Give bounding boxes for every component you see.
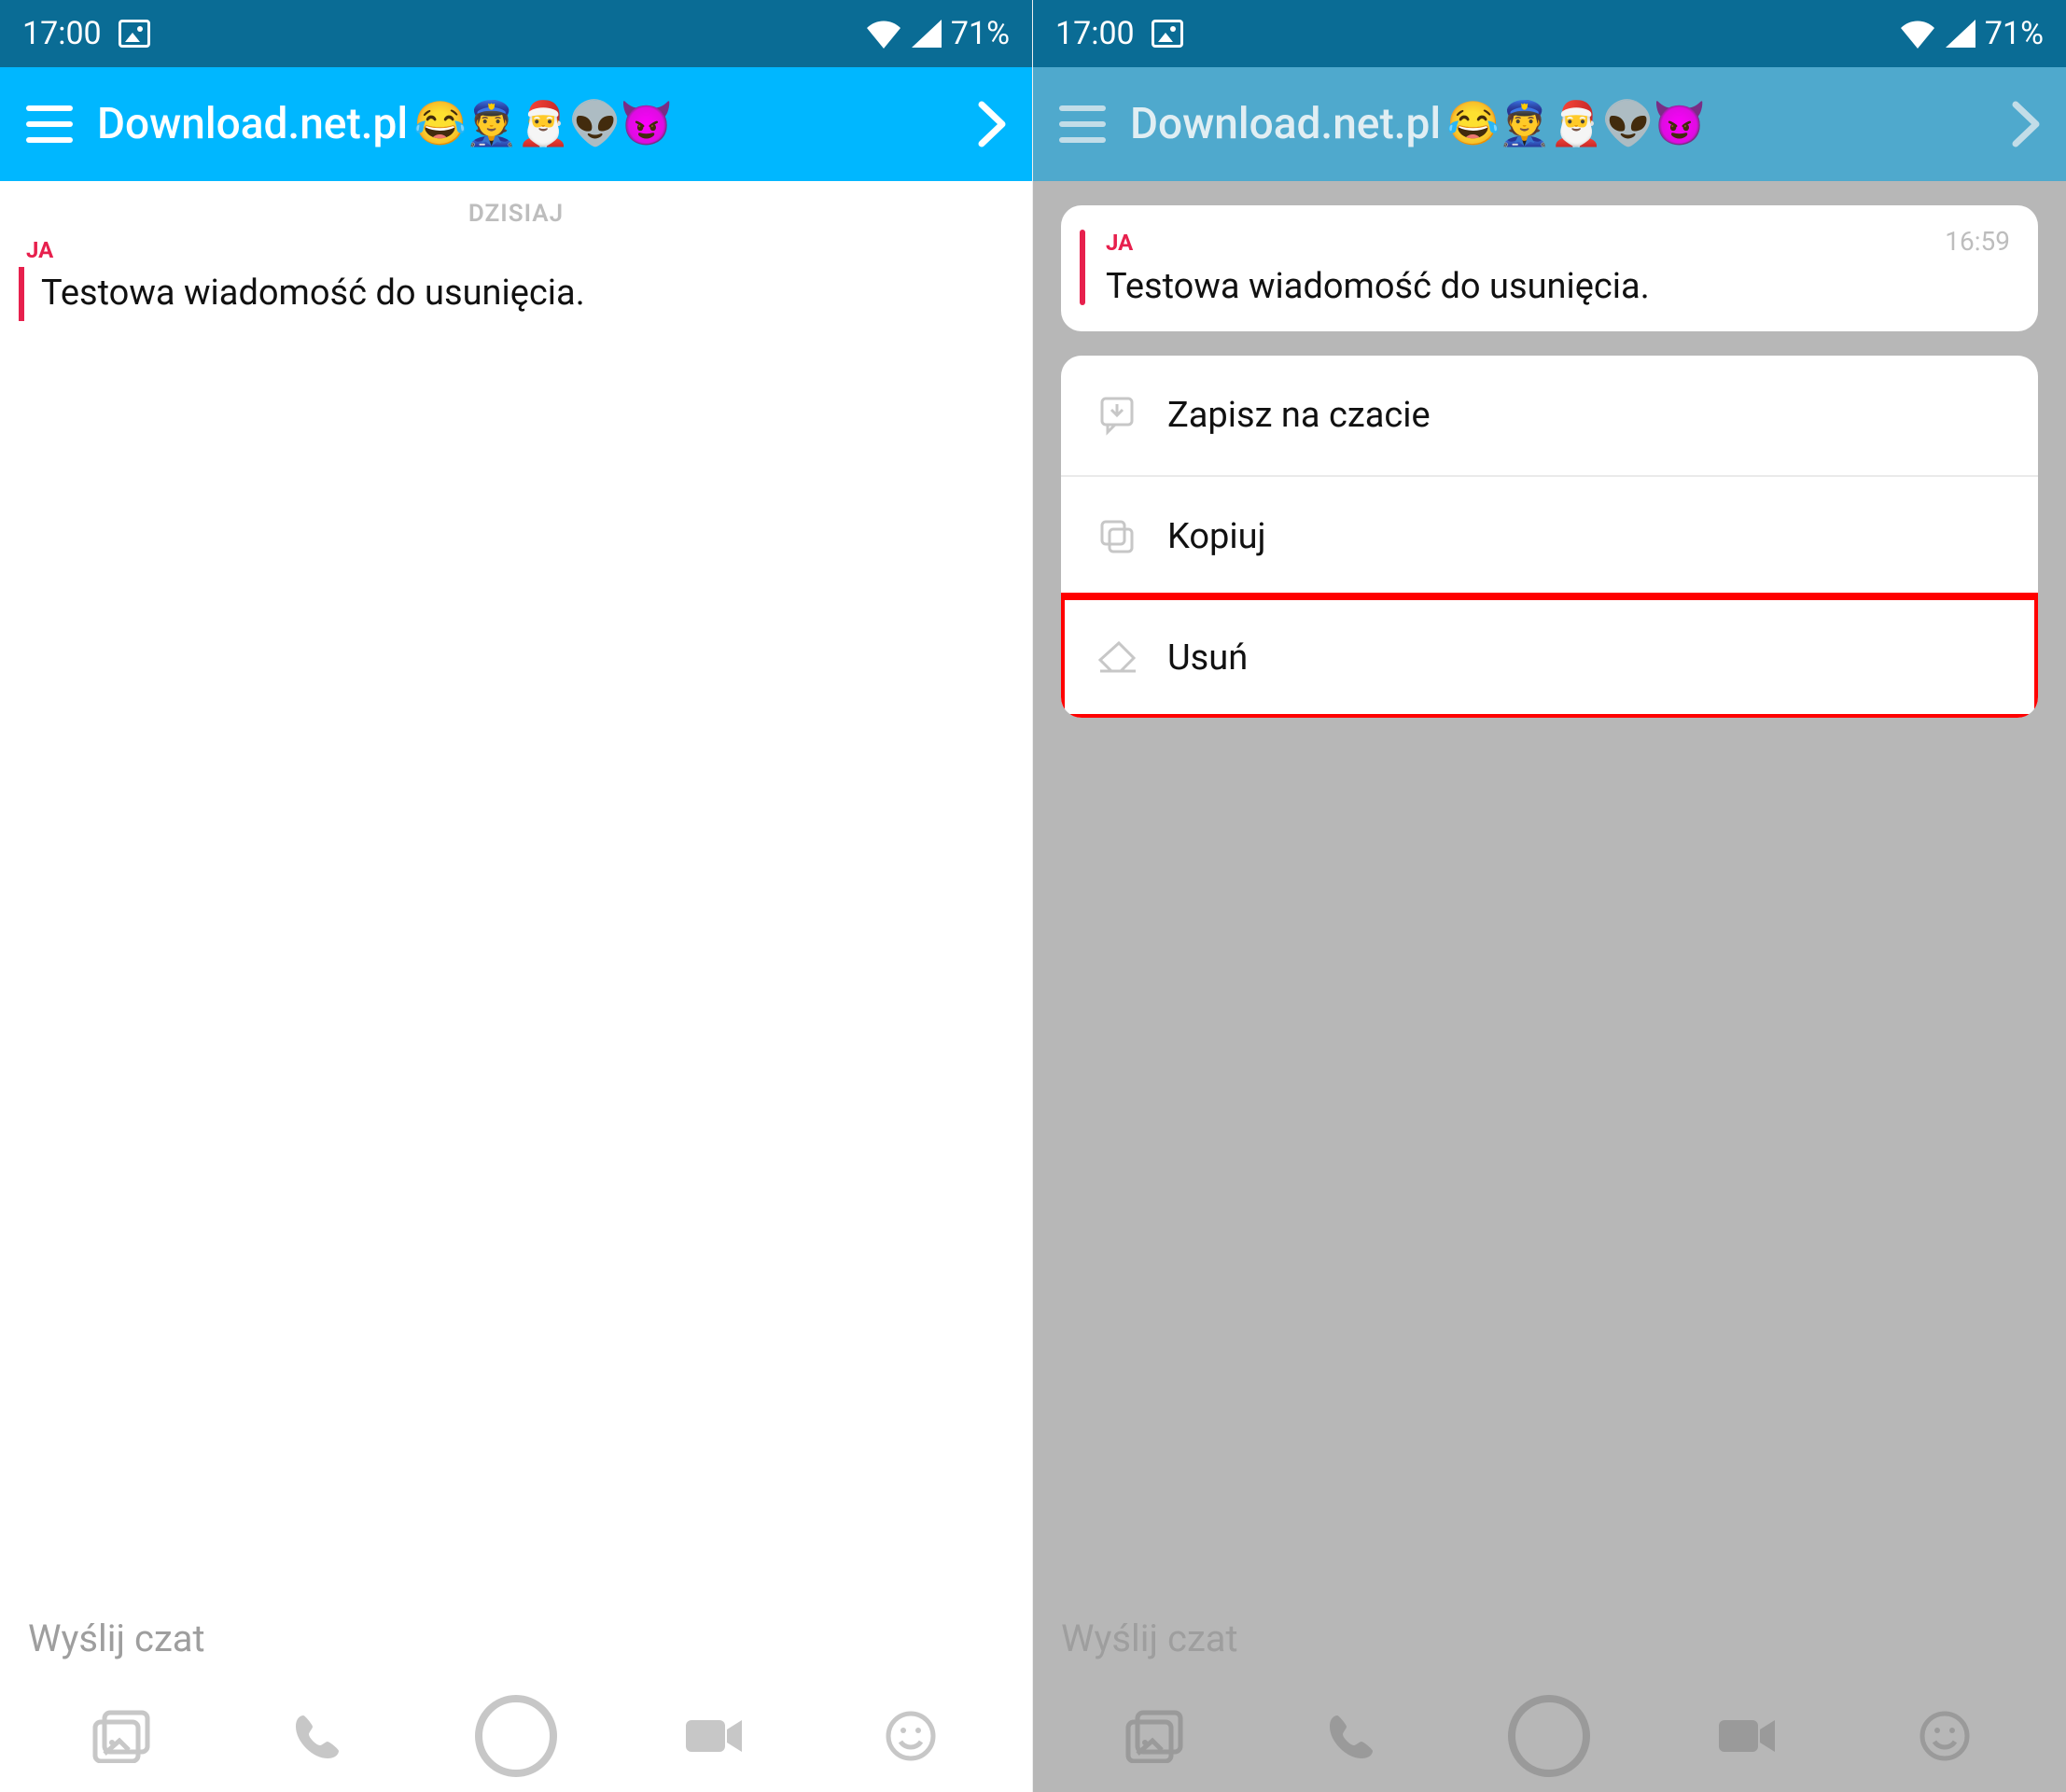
status-left: 17:00 bbox=[1055, 15, 1183, 52]
message-block[interactable]: JA Testowa wiadomość do usunięcia. bbox=[0, 237, 1032, 321]
chat-body[interactable]: DZISIAJ JA Testowa wiadomość do usunięci… bbox=[0, 181, 1032, 1596]
menu-item-label: Usuń bbox=[1167, 637, 1248, 679]
wifi-icon bbox=[1899, 19, 1936, 49]
message-accent-bar bbox=[1080, 230, 1085, 305]
menu-item-label: Zapisz na czacie bbox=[1167, 395, 1431, 436]
cell-signal-icon bbox=[912, 20, 942, 48]
battery-percent: 71% bbox=[1985, 15, 2044, 52]
chat-title-emojis: 😂👮🎅👽😈 bbox=[1446, 99, 1704, 149]
video-button[interactable] bbox=[672, 1694, 756, 1778]
menu-item-label: Kopiuj bbox=[1167, 516, 1266, 557]
message-text: Testowa wiadomość do usunięcia. bbox=[19, 267, 1013, 321]
menu-icon[interactable] bbox=[1059, 105, 1106, 143]
wifi-icon bbox=[865, 19, 902, 49]
chevron-right-icon[interactable] bbox=[2012, 101, 2040, 147]
android-status-bar: 17:00 71% bbox=[1033, 0, 2066, 67]
message-text: Testowa wiadomość do usunięcia. bbox=[1106, 266, 2010, 307]
chevron-right-icon[interactable] bbox=[978, 101, 1006, 147]
message-sender: JA bbox=[26, 237, 1013, 263]
video-button[interactable] bbox=[1705, 1694, 1789, 1778]
gallery-button[interactable] bbox=[79, 1694, 163, 1778]
save-in-chat-icon bbox=[1095, 393, 1139, 438]
picture-notification-icon bbox=[1152, 20, 1183, 48]
gallery-button[interactable] bbox=[1112, 1694, 1196, 1778]
emoji-button[interactable] bbox=[869, 1694, 953, 1778]
chat-title-text: Download.net.pl bbox=[1130, 99, 1441, 149]
menu-item-delete[interactable]: Usuń bbox=[1061, 596, 2038, 718]
copy-icon bbox=[1095, 514, 1139, 559]
chat-input-area[interactable]: Wyślij czat bbox=[1033, 1596, 2066, 1680]
phone-screenshot-left: 17:00 71% Download.net.pl 😂👮🎅👽😈 DZISIAJ bbox=[0, 0, 1033, 1792]
selected-message-card[interactable]: JA 16:59 Testowa wiadomość do usunięcia. bbox=[1061, 205, 2038, 331]
menu-item-copy[interactable]: Kopiuj bbox=[1061, 475, 2038, 596]
message-time: 16:59 bbox=[1945, 226, 2010, 257]
shutter-button[interactable] bbox=[474, 1694, 558, 1778]
status-time: 17:00 bbox=[1055, 15, 1135, 52]
chat-title[interactable]: Download.net.pl 😂👮🎅👽😈 bbox=[1130, 99, 1988, 149]
date-divider: DZISIAJ bbox=[0, 181, 1032, 237]
menu-item-save[interactable]: Zapisz na czacie bbox=[1061, 356, 2038, 475]
shutter-button[interactable] bbox=[1507, 1694, 1591, 1778]
context-overlay: JA 16:59 Testowa wiadomość do usunięcia.… bbox=[1061, 205, 2038, 718]
chat-input-placeholder: Wyślij czat bbox=[1061, 1617, 1238, 1660]
message-sender: JA bbox=[1106, 230, 1133, 256]
android-status-bar: 17:00 71% bbox=[0, 0, 1032, 67]
status-right: 71% bbox=[1899, 15, 2044, 52]
bottom-toolbar bbox=[0, 1680, 1032, 1792]
status-right: 71% bbox=[865, 15, 1010, 52]
chat-title-text: Download.net.pl bbox=[97, 99, 408, 149]
chat-input-placeholder: Wyślij czat bbox=[28, 1617, 205, 1660]
call-button[interactable] bbox=[276, 1694, 360, 1778]
context-menu: Zapisz na czacie Kopiuj Usuń bbox=[1061, 356, 2038, 718]
eraser-icon bbox=[1095, 636, 1139, 680]
cell-signal-icon bbox=[1946, 20, 1975, 48]
call-button[interactable] bbox=[1310, 1694, 1394, 1778]
chat-body-dimmed[interactable]: JA 16:59 Testowa wiadomość do usunięcia.… bbox=[1033, 181, 2066, 1596]
chat-header: Download.net.pl 😂👮🎅👽😈 bbox=[1033, 67, 2066, 181]
menu-icon[interactable] bbox=[26, 105, 73, 143]
status-time: 17:00 bbox=[22, 15, 102, 52]
battery-percent: 71% bbox=[951, 15, 1010, 52]
emoji-button[interactable] bbox=[1903, 1694, 1987, 1778]
picture-notification-icon bbox=[119, 20, 150, 48]
chat-title[interactable]: Download.net.pl 😂👮🎅👽😈 bbox=[97, 99, 954, 149]
phone-screenshot-right: 17:00 71% Download.net.pl 😂👮🎅👽😈 bbox=[1033, 0, 2066, 1792]
status-left: 17:00 bbox=[22, 15, 150, 52]
chat-title-emojis: 😂👮🎅👽😈 bbox=[413, 99, 671, 149]
chat-input-area[interactable]: Wyślij czat bbox=[0, 1596, 1032, 1680]
chat-header: Download.net.pl 😂👮🎅👽😈 bbox=[0, 67, 1032, 181]
bottom-toolbar bbox=[1033, 1680, 2066, 1792]
